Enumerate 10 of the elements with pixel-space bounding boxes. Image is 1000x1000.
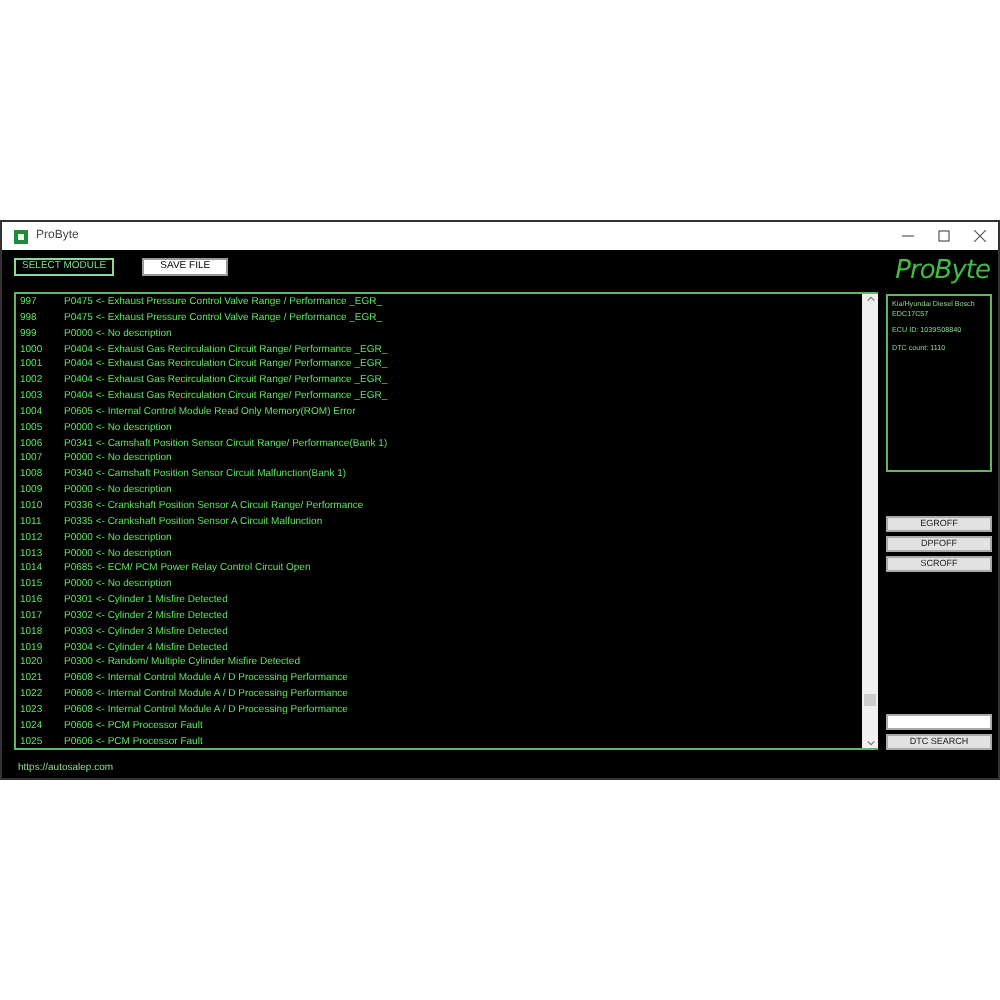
- close-icon[interactable]: [974, 230, 986, 242]
- app-icon: [14, 229, 28, 243]
- minimize-icon[interactable]: [902, 230, 914, 242]
- logo-text: ProByte: [893, 254, 992, 290]
- scrollbar[interactable]: [862, 294, 878, 748]
- scroll-thumb[interactable]: [864, 694, 876, 706]
- search-field[interactable]: [886, 714, 992, 730]
- maximize-icon[interactable]: [938, 230, 950, 242]
- scroll-up-icon[interactable]: [865, 294, 875, 304]
- scroll-down-icon[interactable]: [865, 738, 875, 748]
